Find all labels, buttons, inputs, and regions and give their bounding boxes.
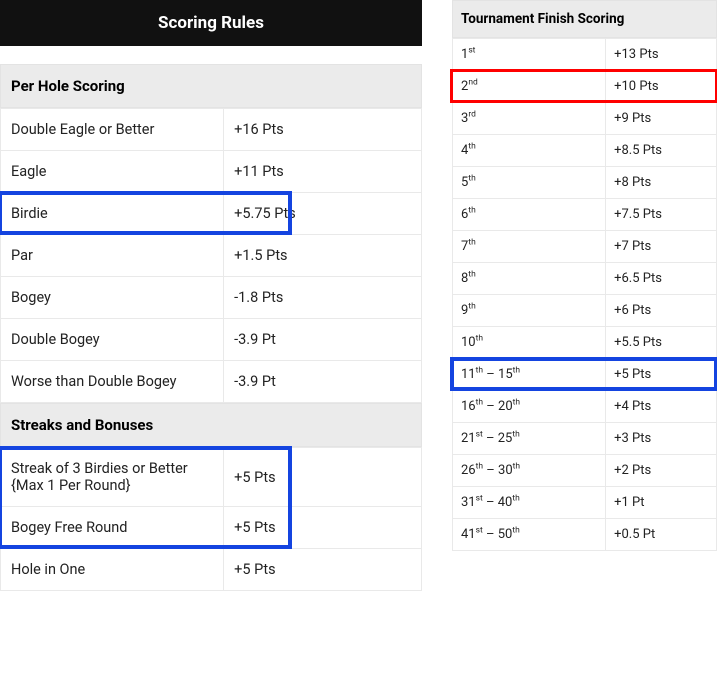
score-pts: +16 Pts <box>224 109 422 151</box>
finish-pts: +13 Pts <box>606 39 717 71</box>
score-label: Birdie <box>1 193 224 235</box>
score-label: Worse than Double Bogey <box>1 361 224 403</box>
finish-rank: 31st – 40th <box>453 487 606 519</box>
finish-rank: 8th <box>453 263 606 295</box>
finish-rank: 9th <box>453 295 606 327</box>
finish-pts: +6.5 Pts <box>606 263 717 295</box>
finish-pts: +8.5 Pts <box>606 135 717 167</box>
finish-rank: 16th – 20th <box>453 391 606 423</box>
finish-pts: +1 Pt <box>606 487 717 519</box>
table-row: 2nd+10 Pts <box>453 71 717 103</box>
table-row: 9th+6 Pts <box>453 295 717 327</box>
left-column: Scoring Rules Per Hole Scoring Double Ea… <box>0 0 422 679</box>
finish-rank: 2nd <box>453 71 606 103</box>
finish-pts: +8 Pts <box>606 167 717 199</box>
finish-rank: 5th <box>453 167 606 199</box>
finish-pts: +10 Pts <box>606 71 717 103</box>
finish-rank: 3rd <box>453 103 606 135</box>
right-column: Tournament Finish Scoring 1st+13 Pts2nd+… <box>452 0 717 679</box>
score-pts: -3.9 Pt <box>224 361 422 403</box>
finish-pts: +2 Pts <box>606 455 717 487</box>
table-row: 11th – 15th+5 Pts <box>453 359 717 391</box>
score-pts: +11 Pts <box>224 151 422 193</box>
score-pts: +5 Pts <box>224 549 422 591</box>
score-label: Par <box>1 235 224 277</box>
score-label: Eagle <box>1 151 224 193</box>
table-row: Double Bogey-3.9 Pt <box>1 319 422 361</box>
score-label: Hole in One <box>1 549 224 591</box>
table-row: 7th+7 Pts <box>453 231 717 263</box>
score-label: Bogey Free Round <box>1 507 224 549</box>
finish-rank: 41st – 50th <box>453 519 606 551</box>
finish-rank: 7th <box>453 231 606 263</box>
table-row: 26th – 30th+2 Pts <box>453 455 717 487</box>
score-pts: +1.5 Pts <box>224 235 422 277</box>
score-pts: +5 Pts <box>224 448 422 507</box>
table-row: 8th+6.5 Pts <box>453 263 717 295</box>
finish-pts: +5 Pts <box>606 359 717 391</box>
finish-rank: 1st <box>453 39 606 71</box>
finish-rank: 26th – 30th <box>453 455 606 487</box>
streaks-table: Streak of 3 Birdies or Better {Max 1 Per… <box>0 447 422 591</box>
score-label: Double Eagle or Better <box>1 109 224 151</box>
table-row: 16th – 20th+4 Pts <box>453 391 717 423</box>
finish-pts: +5.5 Pts <box>606 327 717 359</box>
table-row: 6th+7.5 Pts <box>453 199 717 231</box>
finish-pts: +9 Pts <box>606 103 717 135</box>
score-label: Double Bogey <box>1 319 224 361</box>
per-hole-header: Per Hole Scoring <box>0 64 422 108</box>
table-row: 41st – 50th+0.5 Pt <box>453 519 717 551</box>
table-row: Bogey Free Round+5 Pts <box>1 507 422 549</box>
table-row: 5th+8 Pts <box>453 167 717 199</box>
table-row: Double Eagle or Better+16 Pts <box>1 109 422 151</box>
score-label: Streak of 3 Birdies or Better {Max 1 Per… <box>1 448 224 507</box>
table-row: Hole in One+5 Pts <box>1 549 422 591</box>
streaks-header: Streaks and Bonuses <box>0 403 422 447</box>
score-pts: -1.8 Pts <box>224 277 422 319</box>
finish-rank: 10th <box>453 327 606 359</box>
table-row: 21st – 25th+3 Pts <box>453 423 717 455</box>
finish-pts: +7.5 Pts <box>606 199 717 231</box>
score-pts: +5.75 Pts <box>224 193 422 235</box>
finish-pts: +3 Pts <box>606 423 717 455</box>
finish-rank: 11th – 15th <box>453 359 606 391</box>
table-row: 1st+13 Pts <box>453 39 717 71</box>
table-row: Worse than Double Bogey-3.9 Pt <box>1 361 422 403</box>
finish-pts: +0.5 Pt <box>606 519 717 551</box>
table-row: Eagle+11 Pts <box>1 151 422 193</box>
table-row: Bogey-1.8 Pts <box>1 277 422 319</box>
finish-table: 1st+13 Pts2nd+10 Pts3rd+9 Pts4th+8.5 Pts… <box>452 38 717 551</box>
score-pts: -3.9 Pt <box>224 319 422 361</box>
finish-rank: 21st – 25th <box>453 423 606 455</box>
page-title: Scoring Rules <box>0 0 422 46</box>
finish-pts: +6 Pts <box>606 295 717 327</box>
finish-header: Tournament Finish Scoring <box>452 0 717 38</box>
table-row: 4th+8.5 Pts <box>453 135 717 167</box>
table-row: Streak of 3 Birdies or Better {Max 1 Per… <box>1 448 422 507</box>
finish-rank: 6th <box>453 199 606 231</box>
finish-rank: 4th <box>453 135 606 167</box>
finish-pts: +7 Pts <box>606 231 717 263</box>
table-row: Par+1.5 Pts <box>1 235 422 277</box>
table-row: Birdie+5.75 Pts <box>1 193 422 235</box>
per-hole-table: Double Eagle or Better+16 Pts Eagle+11 P… <box>0 108 422 403</box>
table-row: 3rd+9 Pts <box>453 103 717 135</box>
table-row: 31st – 40th+1 Pt <box>453 487 717 519</box>
table-row: 10th+5.5 Pts <box>453 327 717 359</box>
score-label: Bogey <box>1 277 224 319</box>
score-pts: +5 Pts <box>224 507 422 549</box>
finish-pts: +4 Pts <box>606 391 717 423</box>
